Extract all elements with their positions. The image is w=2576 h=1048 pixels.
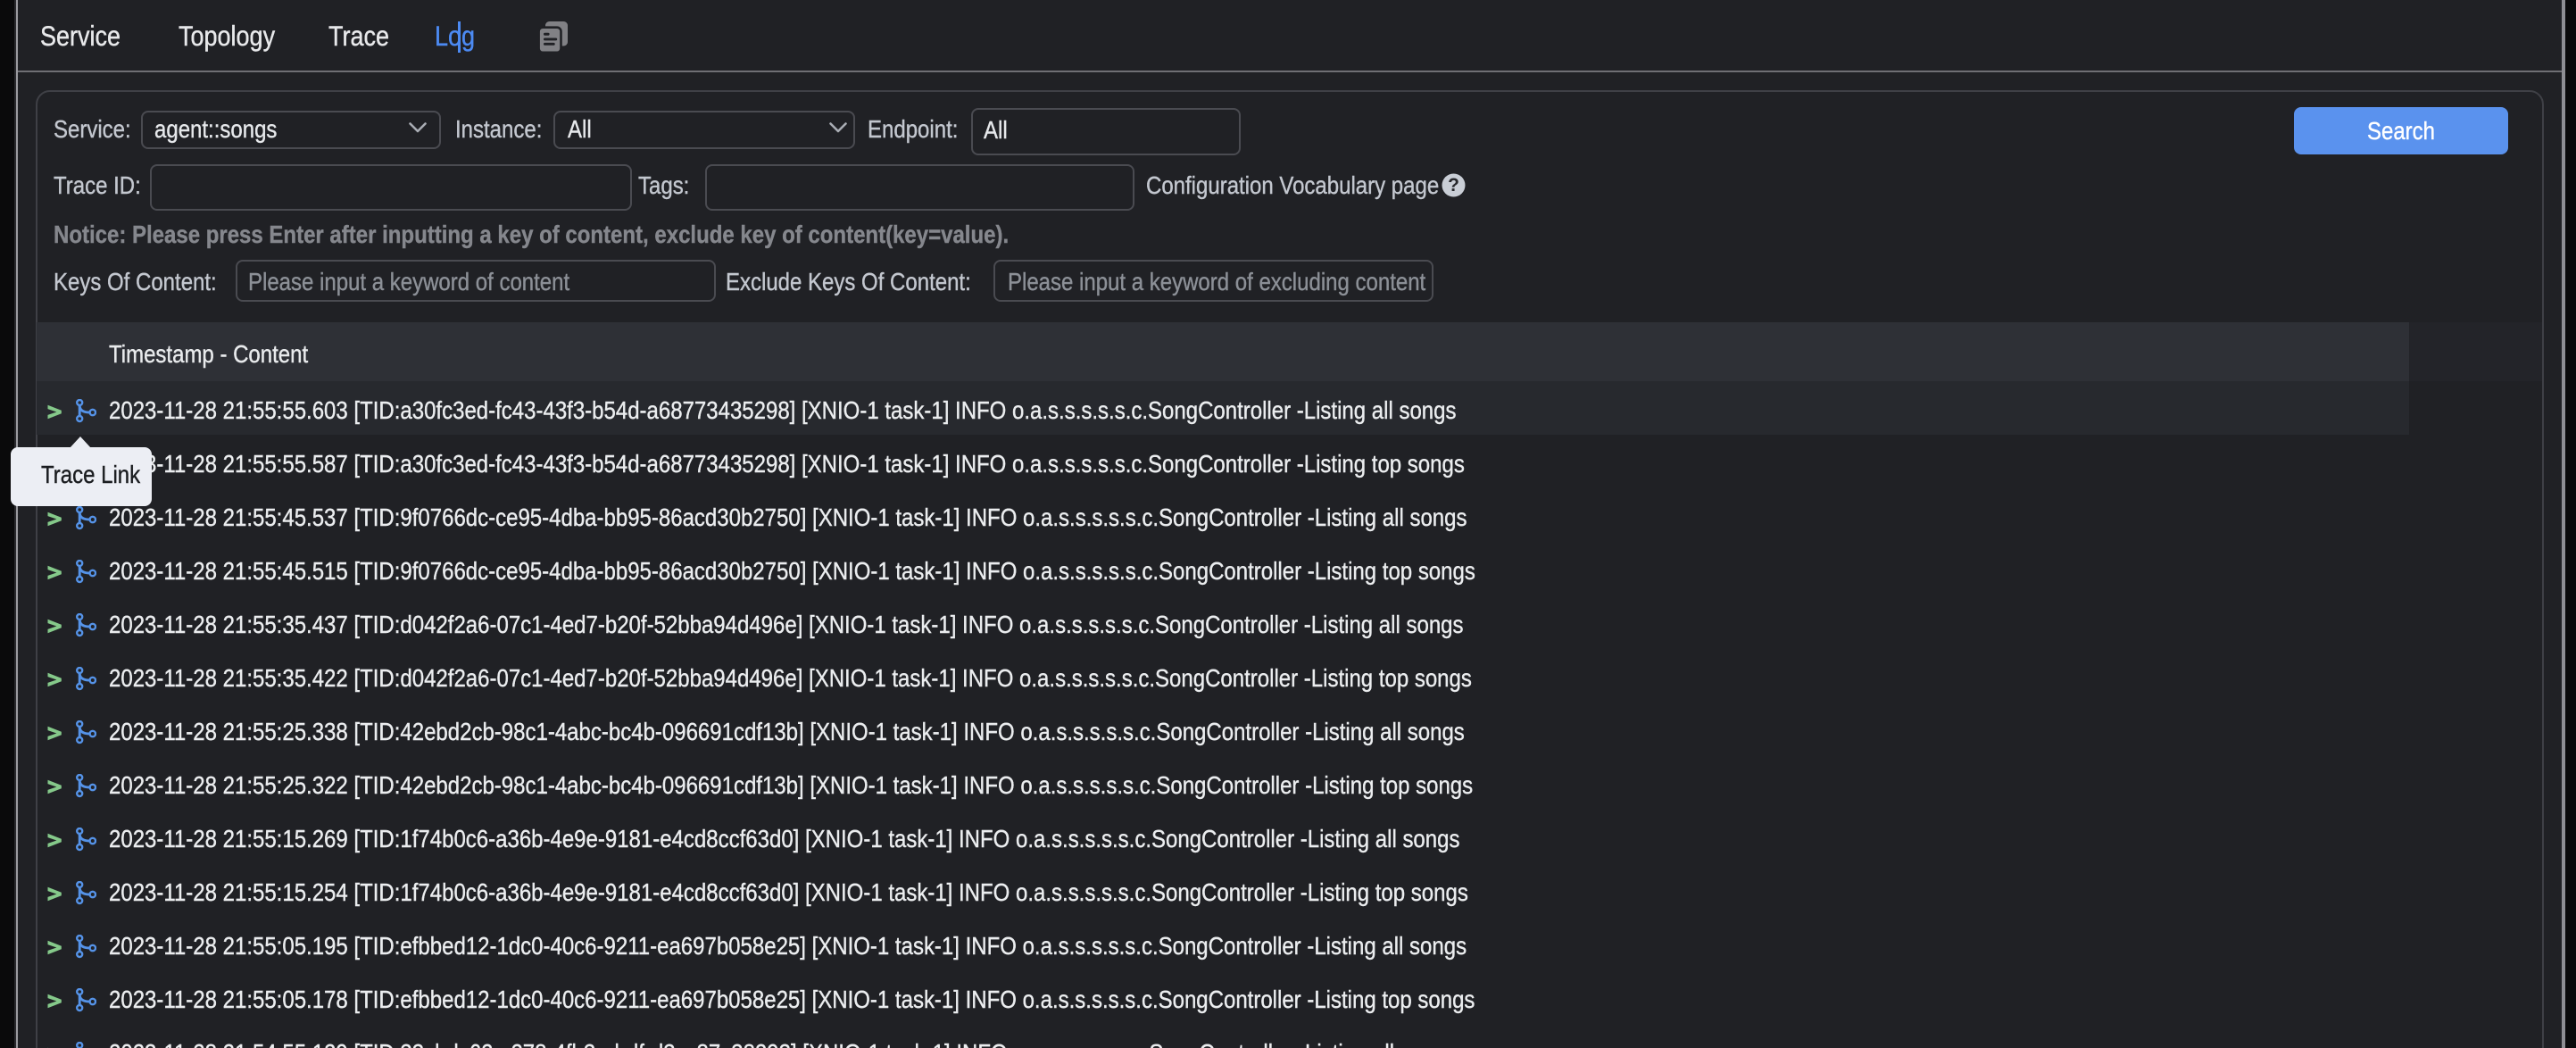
svg-text:?: ? <box>1448 175 1459 195</box>
